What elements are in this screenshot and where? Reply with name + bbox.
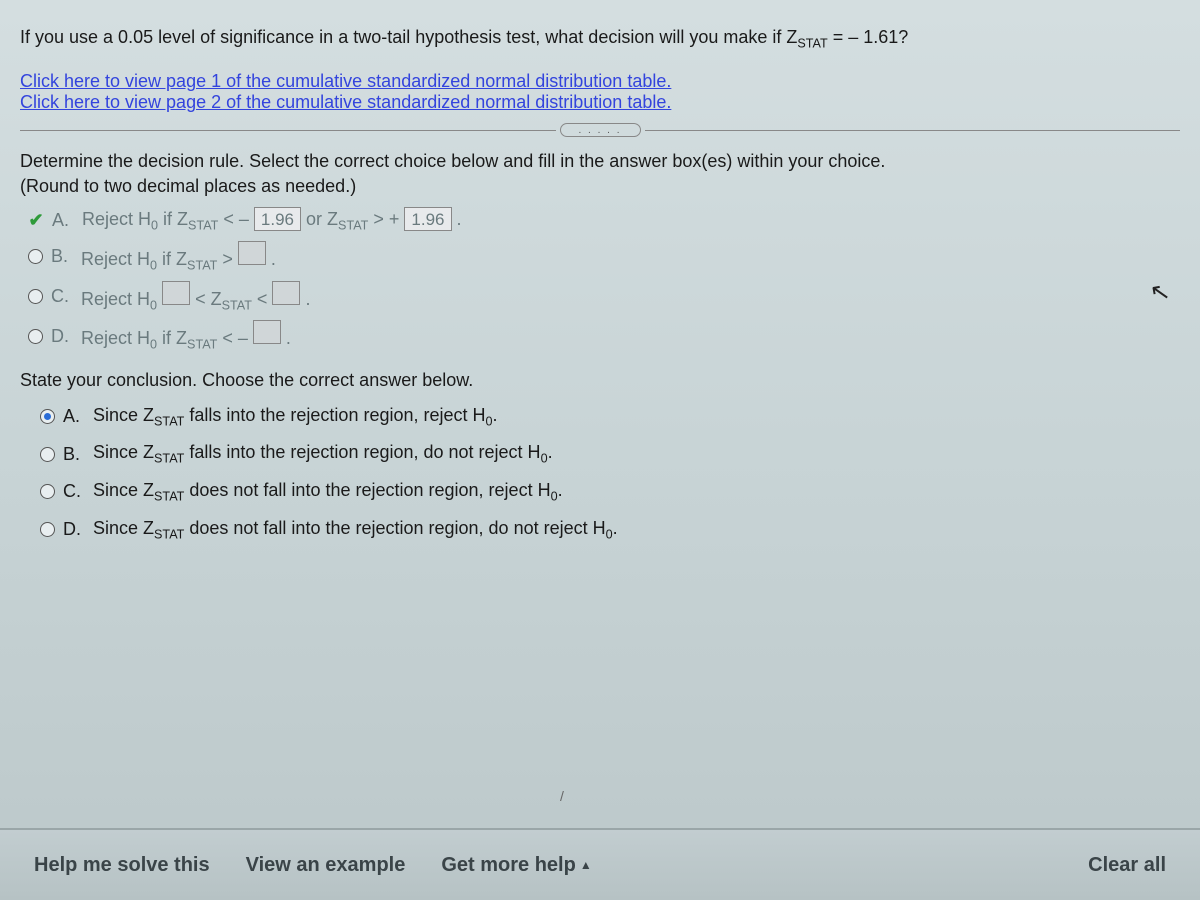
conclusion-heading: State your conclusion. Choose the correc… (20, 370, 1180, 391)
get-more-help-button[interactable]: Get more help ▲ (441, 854, 591, 877)
conclusion-d-letter: D. (63, 519, 85, 540)
prompt-suffix: = – 1.61? (828, 27, 909, 47)
conclusion-b-text: Since ZSTAT falls into the rejection reg… (93, 442, 553, 466)
decision-rule-options: ✔ A. Reject H0 if ZSTAT < – 1.96 or ZSTA… (28, 207, 1180, 351)
clear-all-button[interactable]: Clear all (1088, 854, 1166, 877)
radio-c[interactable] (28, 289, 43, 304)
option-b-text: Reject H0 if ZSTAT > . (81, 241, 276, 273)
conclusion-b-row[interactable]: B. Since ZSTAT falls into the rejection … (40, 442, 1180, 466)
help-me-solve-button[interactable]: Help me solve this (34, 854, 210, 877)
option-a-row[interactable]: ✔ A. Reject H0 if ZSTAT < – 1.96 or ZSTA… (28, 207, 1180, 233)
radio-b[interactable] (28, 249, 43, 264)
caret-up-icon: ▲ (580, 858, 592, 872)
option-d-text: Reject H0 if ZSTAT < – . (81, 320, 291, 352)
table-links: Click here to view page 1 of the cumulat… (20, 71, 1180, 113)
checkmark-icon: ✔ (28, 212, 44, 228)
conclusion-c-text: Since ZSTAT does not fall into the rejec… (93, 480, 563, 504)
link-table-page1[interactable]: Click here to view page 1 of the cumulat… (20, 71, 671, 91)
view-example-button[interactable]: View an example (246, 854, 406, 877)
conclusion-a-letter: A. (63, 406, 85, 427)
radio-conclusion-d[interactable] (40, 522, 55, 537)
option-c-text: Reject H0 < ZSTAT < . (81, 281, 310, 313)
option-d-row[interactable]: D. Reject H0 if ZSTAT < – . (28, 320, 1180, 352)
instruction-rounding: (Round to two decimal places as needed.) (20, 176, 1180, 197)
conclusion-a-row[interactable]: A. Since ZSTAT falls into the rejection … (40, 405, 1180, 429)
divider-line-left (20, 130, 556, 131)
option-b-row[interactable]: B. Reject H0 if ZSTAT > . (28, 241, 1180, 273)
radio-conclusion-b[interactable] (40, 447, 55, 462)
option-c-letter: C. (51, 286, 73, 307)
conclusion-c-row[interactable]: C. Since ZSTAT does not fall into the re… (40, 480, 1180, 504)
option-d-letter: D. (51, 326, 73, 347)
divider-pill[interactable]: . . . . . (560, 123, 641, 137)
input-a-lower[interactable]: 1.96 (254, 207, 301, 231)
input-a-upper[interactable]: 1.96 (404, 207, 451, 231)
option-a-text: Reject H0 if ZSTAT < – 1.96 or ZSTAT > +… (82, 207, 462, 233)
option-c-row[interactable]: C. Reject H0 < ZSTAT < . (28, 281, 1180, 313)
input-d[interactable] (253, 320, 281, 344)
option-b-letter: B. (51, 246, 73, 267)
instruction-decision-rule: Determine the decision rule. Select the … (20, 151, 1180, 172)
zstat-sub: STAT (797, 37, 827, 51)
stray-mark: / (560, 788, 564, 804)
conclusion-d-row[interactable]: D. Since ZSTAT does not fall into the re… (40, 518, 1180, 542)
conclusion-d-text: Since ZSTAT does not fall into the rejec… (93, 518, 618, 542)
radio-d[interactable] (28, 329, 43, 344)
conclusion-c-letter: C. (63, 481, 85, 502)
option-a-letter: A. (52, 210, 74, 231)
conclusion-b-letter: B. (63, 444, 85, 465)
input-c-upper[interactable] (272, 281, 300, 305)
conclusion-options: A. Since ZSTAT falls into the rejection … (40, 405, 1180, 541)
get-more-help-label: Get more help (441, 854, 575, 876)
radio-conclusion-c[interactable] (40, 484, 55, 499)
bottom-toolbar: Help me solve this View an example Get m… (0, 828, 1200, 900)
radio-conclusion-a[interactable] (40, 409, 55, 424)
divider-dots: . . . . . (579, 125, 622, 136)
prompt-text: If you use a 0.05 level of significance … (20, 27, 797, 47)
input-c-lower[interactable] (162, 281, 190, 305)
conclusion-a-text: Since ZSTAT falls into the rejection reg… (93, 405, 498, 429)
link-table-page2[interactable]: Click here to view page 2 of the cumulat… (20, 92, 671, 112)
section-divider: . . . . . (20, 123, 1180, 137)
question-prompt: If you use a 0.05 level of significance … (20, 24, 1180, 53)
input-b[interactable] (238, 241, 266, 265)
divider-line-right (645, 130, 1181, 131)
